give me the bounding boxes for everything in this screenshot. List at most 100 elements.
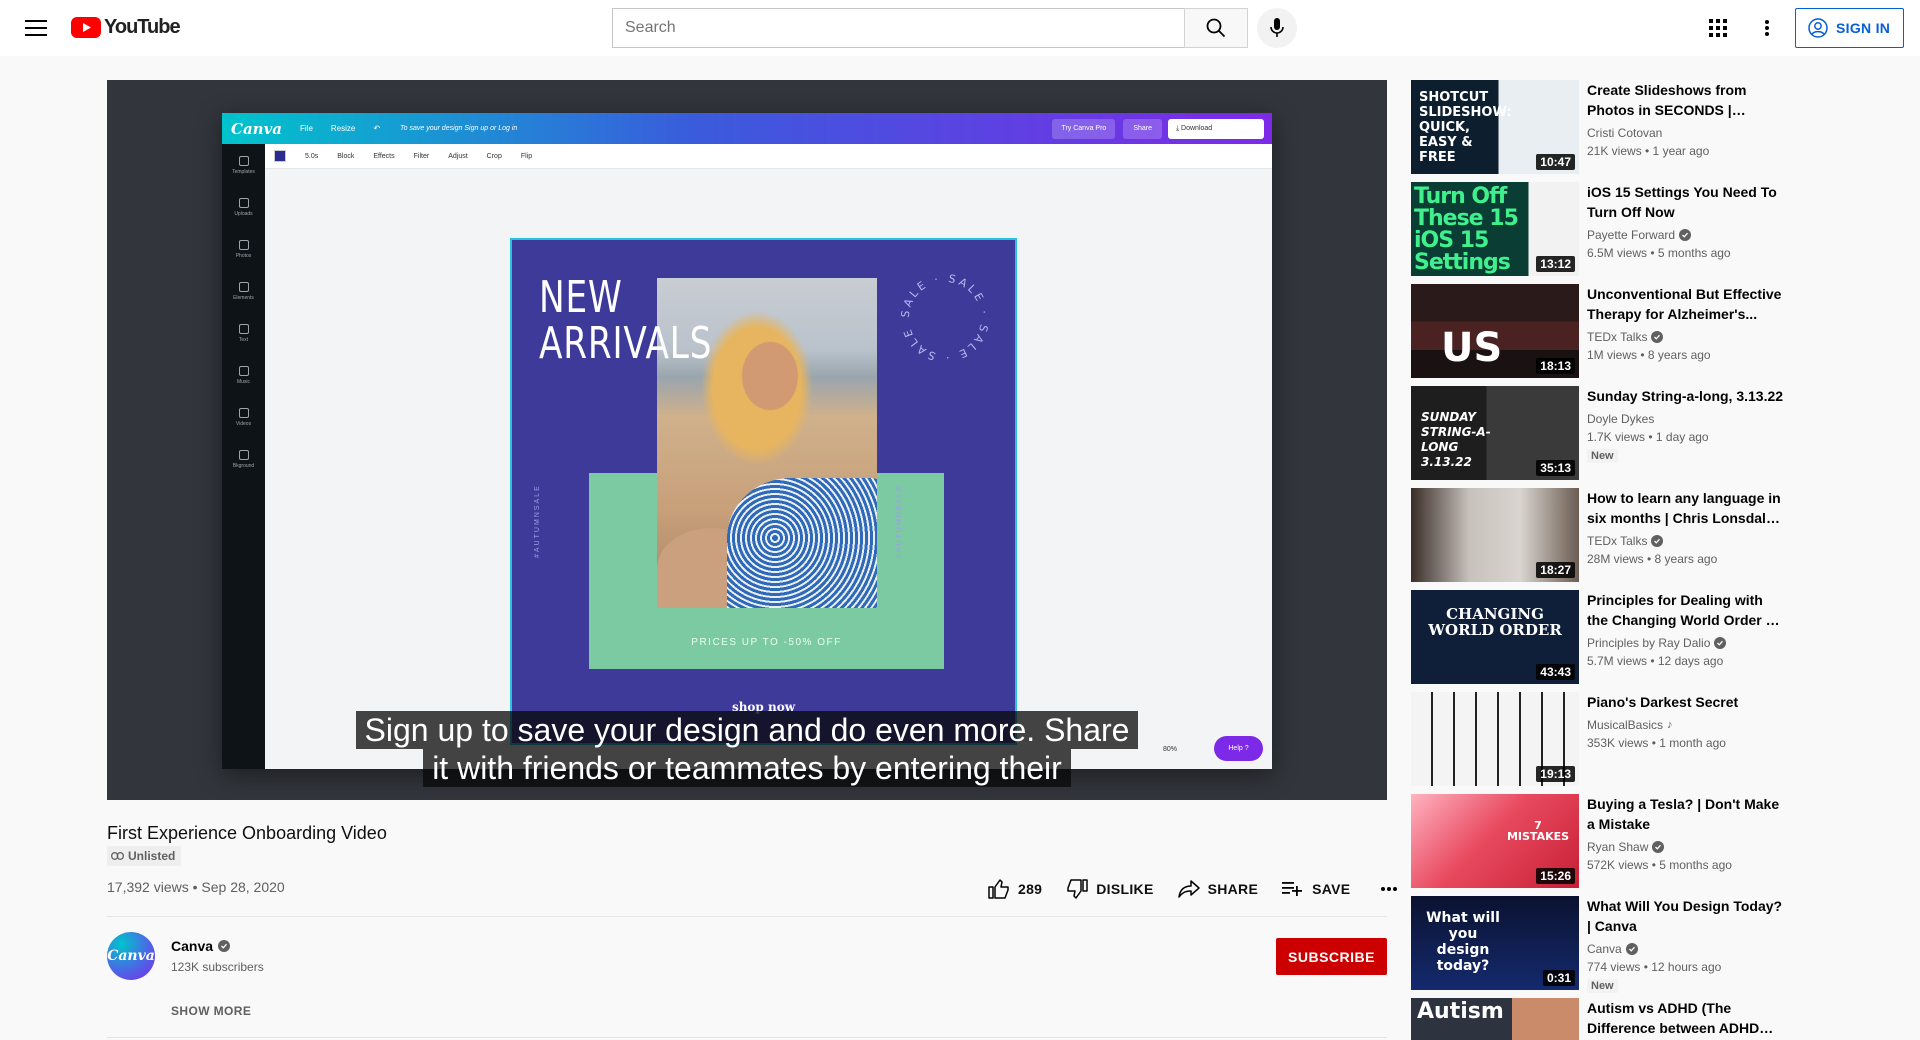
related-video-item[interactable]: Turn Off These 15 iOS 15 Settings 13:12 … [1411, 182, 1791, 276]
thumbnail-text: SHOTCUT SLIDESHOW: QUICK, EASY & FREE [1419, 90, 1512, 165]
canva-tool-filter: Filter [413, 152, 430, 160]
canva-tool-effects: Effects [373, 152, 395, 160]
video-stats: 572K views • 5 months ago [1587, 858, 1732, 872]
video-stats: 21K views • 1 year ago [1587, 144, 1710, 158]
thumbnail-text: 7 MISTAKES [1506, 819, 1570, 843]
canva-share: Share [1123, 118, 1162, 139]
related-video-item[interactable]: What will you design today? 0:31 What Wi… [1411, 896, 1791, 993]
apps-button[interactable] [1700, 12, 1736, 44]
thumbnail-text: CHANGING WORLD ORDER [1428, 605, 1562, 639]
related-video-item[interactable]: CHANGING WORLD ORDER 43:43 Principles fo… [1411, 590, 1791, 684]
playlist-add-icon [1282, 882, 1303, 896]
new-badge: New [1587, 979, 1618, 993]
verified-icon [1625, 943, 1638, 955]
video-stats: 353K views • 1 month ago [1587, 736, 1726, 750]
divider [107, 916, 1387, 917]
channel-label: MusicalBasics [1587, 718, 1664, 732]
video-title[interactable]: Create Slideshows from Photos in SECONDS… [1587, 80, 1787, 120]
video-title[interactable]: How to learn any language in six months … [1587, 488, 1787, 528]
canva-color-swatch [274, 150, 286, 162]
related-video-item[interactable]: SUNDAY STRING-A-LONG 3.13.22 35:13 Sunda… [1411, 386, 1791, 480]
video-title[interactable]: Sunday String-a-long, 3.13.22 [1587, 386, 1787, 406]
video-duration: 19:13 [1536, 766, 1575, 782]
video-channel: TEDx Talks [1587, 532, 1787, 550]
channel-avatar[interactable]: Canva [107, 932, 155, 980]
video-channel: TEDx Talks [1587, 328, 1787, 346]
video-thumbnail[interactable]: SHOTCUT SLIDESHOW: QUICK, EASY & FREE 10… [1411, 80, 1579, 174]
logo-text: YouTube [104, 16, 181, 38]
share-button[interactable]: SHARE [1177, 880, 1259, 898]
show-more-button[interactable]: SHOW MORE [171, 1004, 251, 1018]
video-thumbnail[interactable]: 7 MISTAKES 15:26 [1411, 794, 1579, 888]
youtube-logo[interactable]: YouTube [71, 16, 181, 39]
sale-ring-graphic: SALE · SALE · SALE · SALE · [895, 268, 988, 364]
verified-icon [218, 940, 231, 952]
closed-captions: Sign up to save your design and do even … [107, 711, 1387, 787]
video-title[interactable]: Piano's Darkest Secret [1587, 692, 1787, 712]
video-title[interactable]: Buying a Tesla? | Don't Make a Mistake [1587, 794, 1787, 834]
channel-label: TEDx Talks [1587, 330, 1648, 344]
video-title[interactable]: iOS 15 Settings You Need To Turn Off Now [1587, 182, 1787, 222]
related-video-item[interactable]: 18:27 How to learn any language in six m… [1411, 488, 1791, 582]
design-vertical-text-left: #AUTUMNSALE [534, 484, 541, 558]
video-meta: Principles for Dealing with the Changing… [1587, 590, 1787, 670]
sign-in-button[interactable]: SIGN IN [1795, 8, 1904, 48]
video-title[interactable]: Unconventional But Effective Therapy for… [1587, 284, 1787, 324]
video-stats: 5.7M views • 12 days ago [1587, 654, 1724, 668]
related-video-item[interactable]: 7 MISTAKES 15:26 Buying a Tesla? | Don't… [1411, 794, 1791, 888]
save-button[interactable]: SAVE [1282, 881, 1350, 897]
canva-design-canvas: NEW ARRIVALS SALE · SALE · SALE · SALE ·… [510, 238, 1017, 745]
video-thumbnail[interactable]: CHANGING WORLD ORDER 43:43 [1411, 590, 1579, 684]
video-title[interactable]: Principles for Dealing with the Changing… [1587, 590, 1787, 630]
video-thumbnail[interactable]: Autism [1411, 998, 1579, 1040]
menu-icon[interactable] [18, 12, 54, 44]
channel-name[interactable]: Canva [171, 938, 231, 954]
search-button[interactable] [1184, 8, 1248, 48]
video-title[interactable]: What Will You Design Today? | Canva [1587, 896, 1787, 936]
related-video-item[interactable]: 19:13 Piano's Darkest Secret MusicalBasi… [1411, 692, 1791, 786]
video-meta: Unconventional But Effective Therapy for… [1587, 284, 1787, 364]
design-headline: NEW ARRIVALS [539, 275, 712, 367]
video-meta: What Will You Design Today? | Canva Canv… [1587, 896, 1787, 994]
video-stats: 1M views • 8 years ago [1587, 348, 1711, 362]
search-input[interactable] [612, 8, 1184, 48]
canva-tool-block: Block [337, 152, 355, 160]
sign-in-label: SIGN IN [1836, 20, 1891, 36]
settings-more-button[interactable] [1749, 12, 1785, 44]
video-title[interactable]: Autism vs ADHD (The Difference between A… [1587, 998, 1787, 1038]
video-thumbnail[interactable]: Turn Off These 15 iOS 15 Settings 13:12 [1411, 182, 1579, 276]
dislike-button[interactable]: DISLIKE [1066, 879, 1153, 899]
video-meta: Buying a Tesla? | Don't Make a Mistake R… [1587, 794, 1787, 874]
account-icon [1808, 18, 1828, 38]
verified-icon [1651, 535, 1664, 547]
video-thumbnail[interactable]: SUNDAY STRING-A-LONG 3.13.22 35:13 [1411, 386, 1579, 480]
video-thumbnail[interactable]: What will you design today? 0:31 [1411, 896, 1579, 990]
design-vertical-text-right: #AUTUMNSALE [896, 484, 903, 558]
canva-menu-file: File [300, 124, 313, 133]
channel-label: Doyle Dykes [1587, 412, 1655, 426]
thumbnail-text: SUNDAY STRING-A-LONG 3.13.22 [1421, 410, 1491, 469]
video-thumbnail[interactable]: US 18:13 [1411, 284, 1579, 378]
verified-icon [1652, 841, 1665, 853]
video-channel: Canva [1587, 940, 1787, 958]
video-stats: 17,392 views • Sep 28, 2020 [107, 879, 285, 895]
more-actions-button[interactable] [1374, 874, 1404, 904]
canva-editor-screen: Canva File Resize ↶ To save your design … [222, 113, 1272, 769]
channel-label: Ryan Shaw [1587, 840, 1649, 854]
video-meta: Piano's Darkest Secret MusicalBasics ♪ 35… [1587, 692, 1787, 752]
subscribe-button[interactable]: SUBSCRIBE [1276, 938, 1387, 975]
channel-label: Canva [1587, 942, 1622, 956]
video-player[interactable]: Canva File Resize ↶ To save your design … [107, 80, 1387, 800]
microphone-icon [1270, 18, 1284, 37]
like-button[interactable]: 289 [988, 879, 1042, 899]
video-thumbnail[interactable]: 19:13 [1411, 692, 1579, 786]
related-video-item[interactable]: Autism Autism vs ADHD (The Difference be… [1411, 998, 1791, 1040]
voice-search-button[interactable] [1257, 8, 1297, 48]
like-count: 289 [1018, 881, 1043, 897]
subscriber-count: 123K subscribers [171, 960, 264, 974]
related-video-item[interactable]: SHOTCUT SLIDESHOW: QUICK, EASY & FREE 10… [1411, 80, 1791, 174]
canva-tool-adjust: Adjust [448, 152, 468, 160]
video-stats: 6.5M views • 5 months ago [1587, 246, 1731, 260]
video-thumbnail[interactable]: 18:27 [1411, 488, 1579, 582]
related-video-item[interactable]: US 18:13 Unconventional But Effective Th… [1411, 284, 1791, 378]
